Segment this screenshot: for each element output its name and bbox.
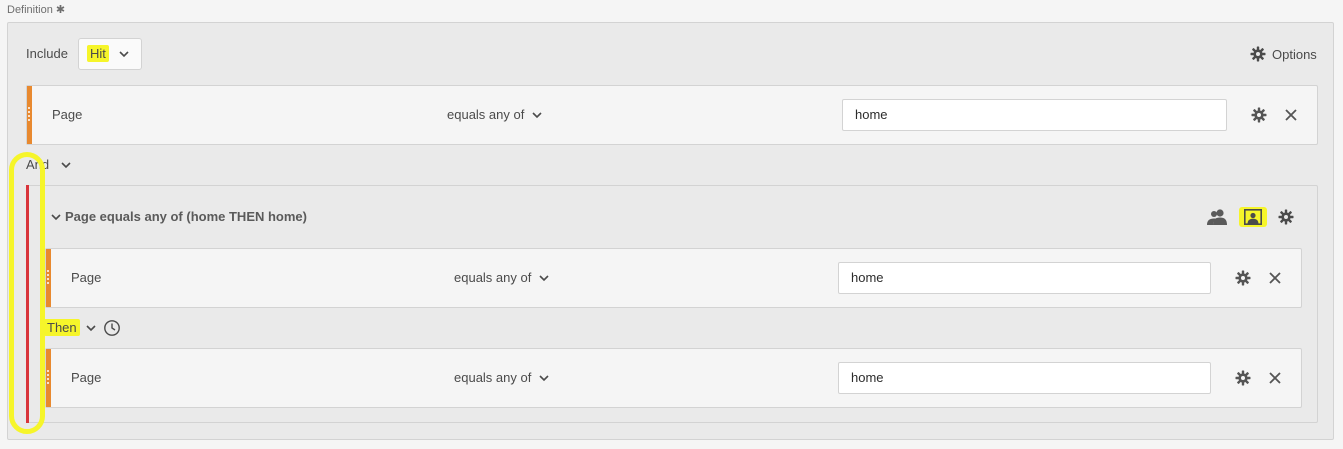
- include-label: Include: [26, 46, 68, 61]
- visitor-icon[interactable]: [1207, 208, 1227, 226]
- gear-icon[interactable]: [1278, 209, 1294, 225]
- rule-operator-label: equals any of: [447, 107, 525, 122]
- options-button[interactable]: Options: [1250, 45, 1317, 63]
- logic-operator-then[interactable]: Then: [44, 319, 80, 336]
- rule-dimension: Page: [71, 270, 102, 285]
- chevron-down-icon: [539, 374, 549, 381]
- container-type-value: Hit: [87, 45, 109, 62]
- rule-drag-handle[interactable]: [46, 349, 51, 407]
- rule-value-input[interactable]: home: [838, 362, 1211, 394]
- close-icon[interactable]: [1268, 271, 1282, 285]
- container-title: Page equals any of (home THEN home): [65, 209, 307, 224]
- options-label: Options: [1272, 46, 1317, 62]
- rule-operator-dropdown[interactable]: equals any of: [454, 370, 549, 385]
- chevron-down-icon[interactable]: [86, 323, 96, 333]
- rule-dimension: Page: [52, 107, 83, 122]
- gear-icon[interactable]: [1251, 107, 1267, 123]
- clock-icon[interactable]: [103, 319, 121, 337]
- visit-icon[interactable]: [1244, 209, 1262, 225]
- rule-operator-label: equals any of: [454, 370, 532, 385]
- gear-icon[interactable]: [1235, 370, 1251, 386]
- rule-operator-dropdown[interactable]: equals any of: [454, 270, 549, 285]
- highlight-annotation: [9, 152, 45, 434]
- rule-operator-dropdown[interactable]: equals any of: [447, 107, 542, 122]
- rule-value-input[interactable]: home: [838, 262, 1211, 294]
- chevron-down-icon: [532, 111, 542, 118]
- rule-value-input[interactable]: home: [842, 99, 1227, 131]
- gear-icon[interactable]: [1235, 270, 1251, 286]
- rule-dimension: Page: [71, 370, 102, 385]
- chevron-down-icon[interactable]: [61, 160, 71, 170]
- chevron-down-icon: [119, 51, 129, 58]
- rule-drag-handle[interactable]: [46, 249, 51, 307]
- rule-operator-label: equals any of: [454, 270, 532, 285]
- gear-icon: [1250, 46, 1266, 62]
- close-icon[interactable]: [1268, 371, 1282, 385]
- close-icon[interactable]: [1284, 108, 1298, 122]
- chevron-down-icon: [539, 274, 549, 281]
- rule-drag-handle[interactable]: [27, 86, 32, 144]
- chevron-down-icon[interactable]: [51, 212, 61, 222]
- definition-label: Definition ✱: [7, 4, 66, 16]
